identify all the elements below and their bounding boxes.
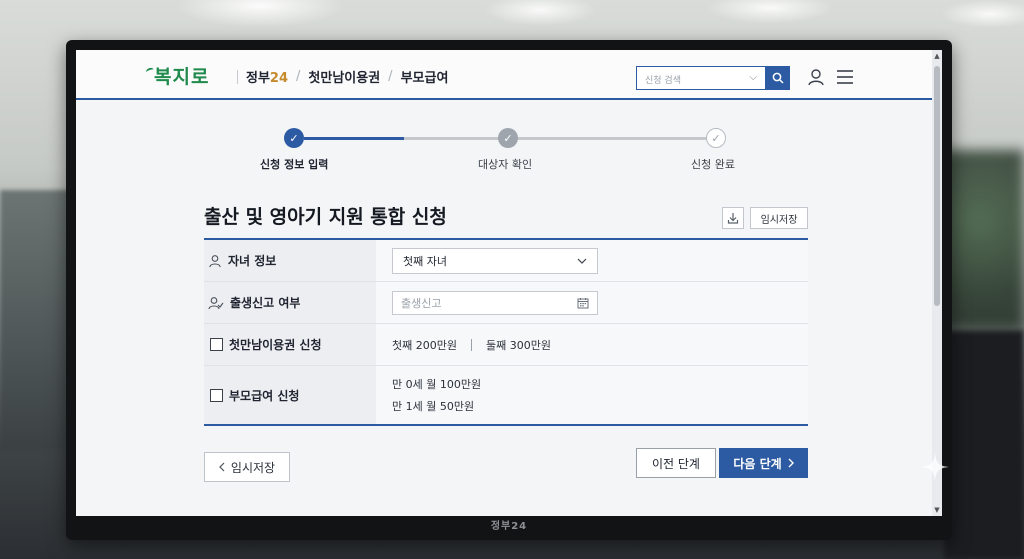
nav-gov24-accent: 24	[269, 71, 289, 86]
voucher-amounts: 첫째 200만원 둘째 300만원	[392, 337, 551, 353]
check-icon: ✓	[289, 131, 299, 145]
temp-save-bottom-label: 임시저장	[230, 460, 276, 475]
scroll-up-arrow[interactable]: ▲	[933, 52, 941, 60]
temp-save-bottom-button[interactable]: 임시저장	[204, 452, 290, 482]
age-1-benefit: 만 1세 월 50만원	[392, 400, 475, 413]
step-connector	[516, 137, 712, 140]
form-row-child-info: 자녀 정보 첫째 자녀	[204, 240, 808, 282]
age-0-benefit: 만 0세 월 100만원	[392, 378, 482, 391]
benefit-amounts: 만 0세 월 100만원 만 1세 월 50만원	[392, 376, 481, 414]
next-step-button[interactable]: 다음 단계	[719, 448, 808, 478]
parent-benefit-label: 부모급여 신청	[229, 388, 300, 403]
form-row-parent-benefit: 부모급여 신청 만 0세 월 100만원 만 1세 월 50만원	[204, 366, 808, 424]
form-value: 출생신고	[376, 282, 808, 323]
search-button[interactable]	[766, 66, 790, 90]
step-2-indicator: ✓	[498, 128, 518, 148]
first-child-amount: 첫째 200만원	[392, 338, 457, 352]
site-logo[interactable]: 복지로	[145, 62, 210, 89]
step-1-indicator: ✓	[284, 128, 304, 148]
form-label: 첫만남이용권 신청	[204, 324, 376, 365]
search-placeholder: 신청 검색	[645, 76, 681, 86]
form-value: 첫째 자녀	[376, 240, 808, 281]
form-value: 첫째 200만원 둘째 300만원	[376, 324, 808, 365]
step-connector-done	[304, 137, 404, 140]
logo-text: 복지로	[154, 66, 210, 88]
chevron-right-icon	[788, 458, 794, 468]
form-row-birth-report: 출생신고 여부 출생신고	[204, 282, 808, 324]
scroll-down-arrow[interactable]: ▼	[933, 506, 941, 514]
birth-report-label: 출생신고 여부	[230, 296, 301, 310]
next-step-label: 다음 단계	[733, 456, 782, 471]
temp-save-button[interactable]: 임시저장	[750, 207, 808, 229]
form-row-first-meeting-voucher: 첫만남이용권 신청 첫째 200만원 둘째 300만원	[204, 324, 808, 366]
birth-report-placeholder: 출생신고	[401, 296, 442, 310]
calendar-icon[interactable]	[577, 297, 589, 309]
nav-item-parent-benefit[interactable]: 부모급여	[401, 67, 449, 86]
application-form: 자녀 정보 첫째 자녀 출생신고 여부 출생신고 첫만남이용권 신청 첫째 20…	[204, 238, 808, 426]
step-2-label: 대상자 확인	[478, 158, 533, 171]
amount-divider	[470, 338, 472, 351]
nav-gov24-text: 정부	[246, 71, 270, 86]
background-chair	[944, 330, 1024, 559]
form-value: 만 0세 월 100만원 만 1세 월 50만원	[376, 366, 808, 424]
header-divider	[237, 70, 238, 84]
nav-separator: /	[388, 69, 393, 84]
check-icon: ✓	[711, 131, 721, 145]
user-icon[interactable]	[806, 67, 826, 87]
user-icon	[209, 254, 221, 267]
nav-item-gov24[interactable]: 정부24	[246, 67, 288, 86]
first-meeting-label: 첫만남이용권 신청	[229, 338, 322, 352]
monitor: 복지로 정부24 / 첫만남이용권 / 부모급여 신청 검색 ⌵ ▲ ▼ ✓ ✓…	[66, 40, 952, 540]
step-connector	[404, 137, 504, 140]
chevron-left-icon	[219, 462, 225, 472]
page-title: 출산 및 영아기 지원 통합 신청	[204, 206, 447, 228]
form-label: 출생신고 여부	[204, 282, 376, 323]
step-3-indicator: ✓	[706, 128, 726, 148]
chevron-down-icon: ⌵	[749, 72, 757, 83]
download-button[interactable]	[722, 207, 744, 229]
scrollbar[interactable]: ▲ ▼	[932, 50, 942, 516]
parent-benefit-checkbox[interactable]	[210, 388, 223, 402]
sparkle-icon	[921, 453, 949, 481]
top-nav: 정부24 / 첫만남이용권 / 부모급여	[246, 67, 448, 86]
first-meeting-checkbox[interactable]	[210, 338, 223, 351]
previous-step-button[interactable]: 이전 단계	[636, 448, 716, 478]
child-select[interactable]: 첫째 자녀	[392, 247, 598, 274]
form-label: 자녀 정보	[204, 240, 376, 281]
step-1-label: 신청 정보 입력	[260, 158, 329, 171]
nav-separator: /	[296, 69, 301, 84]
check-icon: ✓	[503, 131, 513, 145]
child-select-value: 첫째 자녀	[403, 254, 447, 268]
child-info-label: 자녀 정보	[228, 254, 277, 268]
search-input[interactable]: 신청 검색 ⌵	[636, 66, 766, 90]
scrollbar-thumb[interactable]	[934, 66, 940, 306]
search-icon	[772, 72, 784, 84]
monitor-brand-label: 정부24	[490, 521, 528, 532]
second-child-amount: 둘째 300만원	[485, 338, 551, 352]
background-shelf	[0, 190, 70, 450]
birth-report-date-field[interactable]: 출생신고	[392, 290, 598, 315]
download-icon	[727, 213, 739, 224]
form-label: 부모급여 신청	[204, 366, 376, 424]
step-3-label: 신청 완료	[691, 158, 735, 171]
hamburger-menu-icon[interactable]	[836, 69, 854, 85]
site-header: 복지로 정부24 / 첫만남이용권 / 부모급여 신청 검색 ⌵	[76, 50, 932, 100]
screen: 복지로 정부24 / 첫만남이용권 / 부모급여 신청 검색 ⌵ ▲ ▼ ✓ ✓…	[76, 50, 942, 516]
chevron-down-icon	[577, 258, 587, 264]
nav-item-first-meeting[interactable]: 첫만남이용권	[308, 67, 380, 86]
user-check-icon	[208, 296, 224, 309]
